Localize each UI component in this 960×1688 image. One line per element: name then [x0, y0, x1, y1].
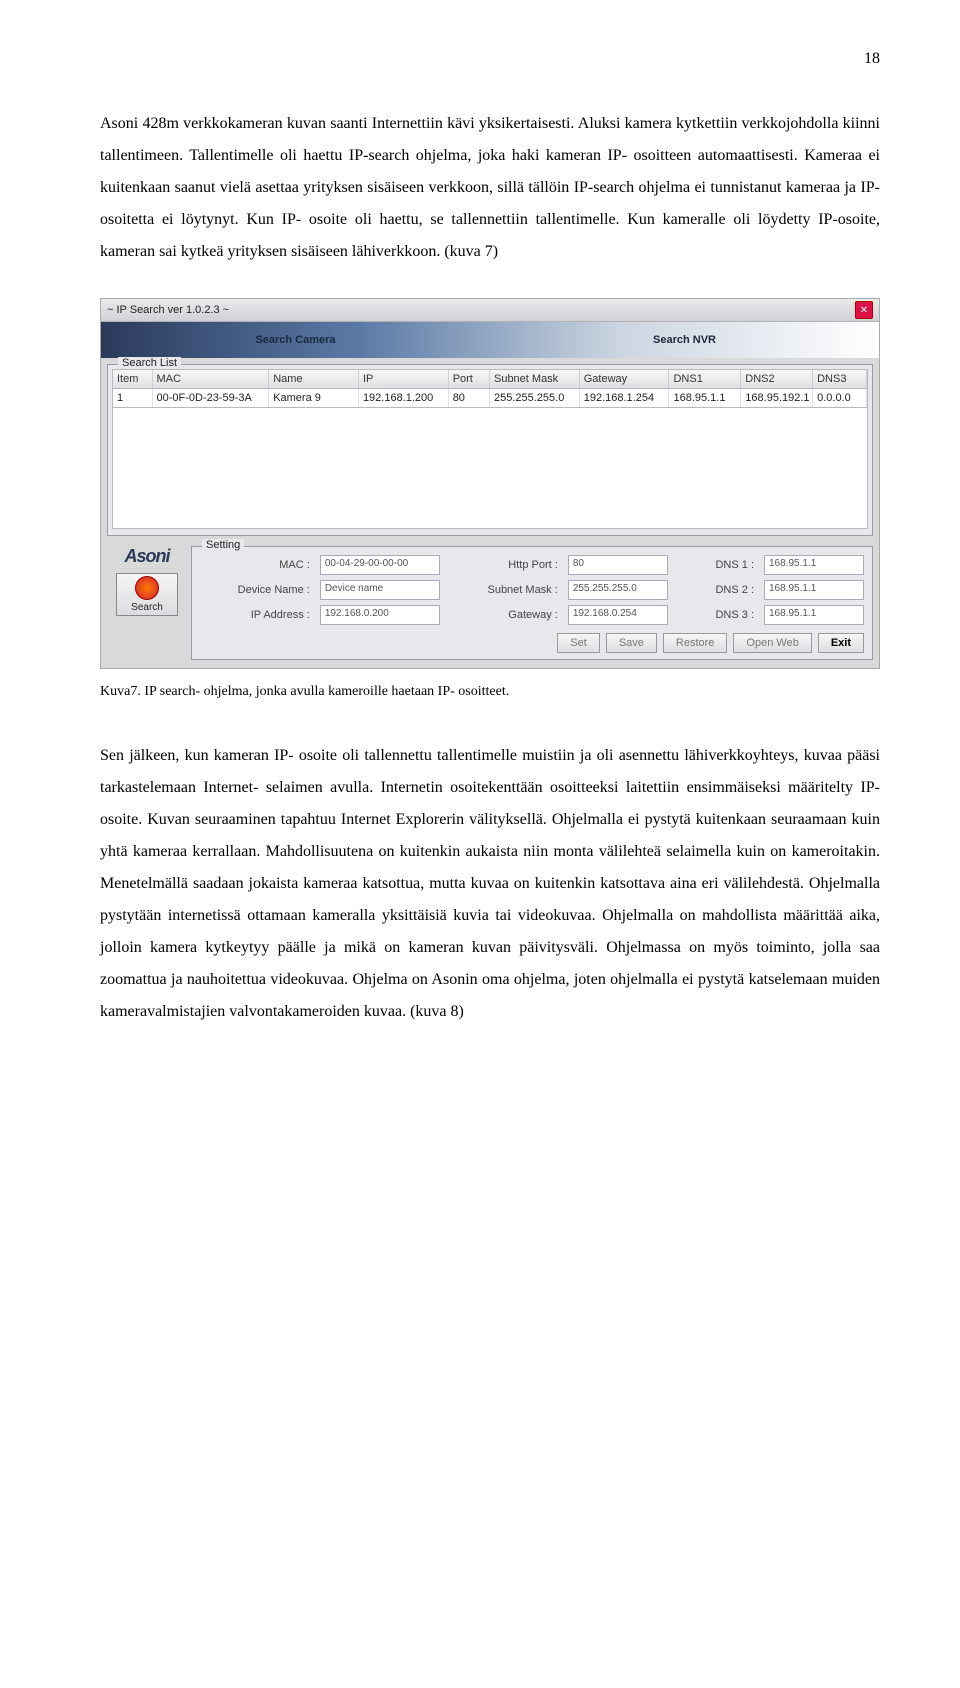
devicename-label: Device Name :	[200, 584, 310, 596]
col-port: Port	[449, 370, 490, 388]
search-list-label: Search List	[118, 357, 181, 369]
tab-search-camera[interactable]: Search Camera	[101, 322, 490, 358]
window-title: ~ IP Search ver 1.0.2.3 ~	[107, 304, 229, 316]
cell-dns2: 168.95.192.1	[741, 389, 813, 407]
cell-ip: 192.168.1.200	[359, 389, 449, 407]
set-button[interactable]: Set	[557, 633, 600, 653]
cell-dns3: 0.0.0.0	[813, 389, 867, 407]
col-ip: IP	[359, 370, 449, 388]
col-mac: MAC	[153, 370, 270, 388]
table-row[interactable]: 1 00-0F-0D-23-59-3A Kamera 9 192.168.1.2…	[112, 389, 868, 408]
ip-label: IP Address :	[200, 609, 310, 621]
dns3-field[interactable]: 168.95.1.1	[764, 605, 864, 625]
cell-port: 80	[449, 389, 490, 407]
cell-gw: 192.168.1.254	[580, 389, 670, 407]
close-icon[interactable]: ✕	[855, 301, 873, 319]
tab-banner: Search Camera Search NVR	[101, 322, 879, 358]
cell-name: Kamera 9	[269, 389, 359, 407]
cell-mac: 00-0F-0D-23-59-3A	[153, 389, 270, 407]
col-dns3: DNS3	[813, 370, 867, 388]
devicename-field[interactable]: Device name	[320, 580, 440, 600]
cell-item: 1	[113, 389, 153, 407]
asoni-logo: Asoni	[124, 546, 169, 567]
search-button-label: Search	[131, 602, 163, 613]
col-dns1: DNS1	[669, 370, 741, 388]
mac-field[interactable]: 00-04-29-00-00-00	[320, 555, 440, 575]
col-item: Item	[113, 370, 153, 388]
search-button[interactable]: Search	[116, 573, 178, 616]
col-subnet: Subnet Mask	[490, 370, 580, 388]
mac-label: MAC :	[200, 559, 310, 571]
open-web-button[interactable]: Open Web	[733, 633, 811, 653]
cell-subnet: 255.255.255.0	[490, 389, 580, 407]
col-gw: Gateway	[580, 370, 670, 388]
bottom-panel: Asoni Search Setting MAC : 00-04-29-00-0…	[101, 542, 879, 668]
restore-button[interactable]: Restore	[663, 633, 728, 653]
dns2-label: DNS 2 :	[678, 584, 754, 596]
httpport-label: Http Port :	[450, 559, 558, 571]
tab-search-nvr[interactable]: Search NVR	[490, 322, 879, 358]
search-list-panel: Search List Item MAC Name IP Port Subnet…	[107, 364, 873, 536]
ip-field[interactable]: 192.168.0.200	[320, 605, 440, 625]
dns3-label: DNS 3 :	[678, 609, 754, 621]
gateway-field[interactable]: 192.168.0.254	[568, 605, 668, 625]
col-dns2: DNS2	[741, 370, 813, 388]
setting-panel: Setting MAC : 00-04-29-00-00-00 Http Por…	[191, 546, 873, 660]
paragraph-2: Sen jälkeen, kun kameran IP- osoite oli …	[100, 740, 880, 1028]
paragraph-1: Asoni 428m verkkokameran kuvan saanti In…	[100, 108, 880, 268]
subnet-label: Subnet Mask :	[450, 584, 558, 596]
httpport-field[interactable]: 80	[568, 555, 668, 575]
cell-dns1: 168.95.1.1	[669, 389, 741, 407]
subnet-field[interactable]: 255.255.255.0	[568, 580, 668, 600]
col-name: Name	[269, 370, 359, 388]
table-header: Item MAC Name IP Port Subnet Mask Gatewa…	[112, 369, 868, 389]
page-number: 18	[100, 50, 880, 68]
dns1-label: DNS 1 :	[678, 559, 754, 571]
setting-label: Setting	[202, 539, 244, 551]
dns2-field[interactable]: 168.95.1.1	[764, 580, 864, 600]
ip-search-app-screenshot: ~ IP Search ver 1.0.2.3 ~ ✕ Search Camer…	[100, 298, 880, 669]
window-titlebar: ~ IP Search ver 1.0.2.3 ~ ✕	[101, 299, 879, 322]
gateway-label: Gateway :	[450, 609, 558, 621]
save-button[interactable]: Save	[606, 633, 657, 653]
figure-caption: Kuva7. IP search- ohjelma, jonka avulla …	[100, 684, 880, 700]
search-icon	[135, 576, 159, 600]
table-empty-area	[112, 408, 868, 529]
exit-button[interactable]: Exit	[818, 633, 864, 653]
dns1-field[interactable]: 168.95.1.1	[764, 555, 864, 575]
